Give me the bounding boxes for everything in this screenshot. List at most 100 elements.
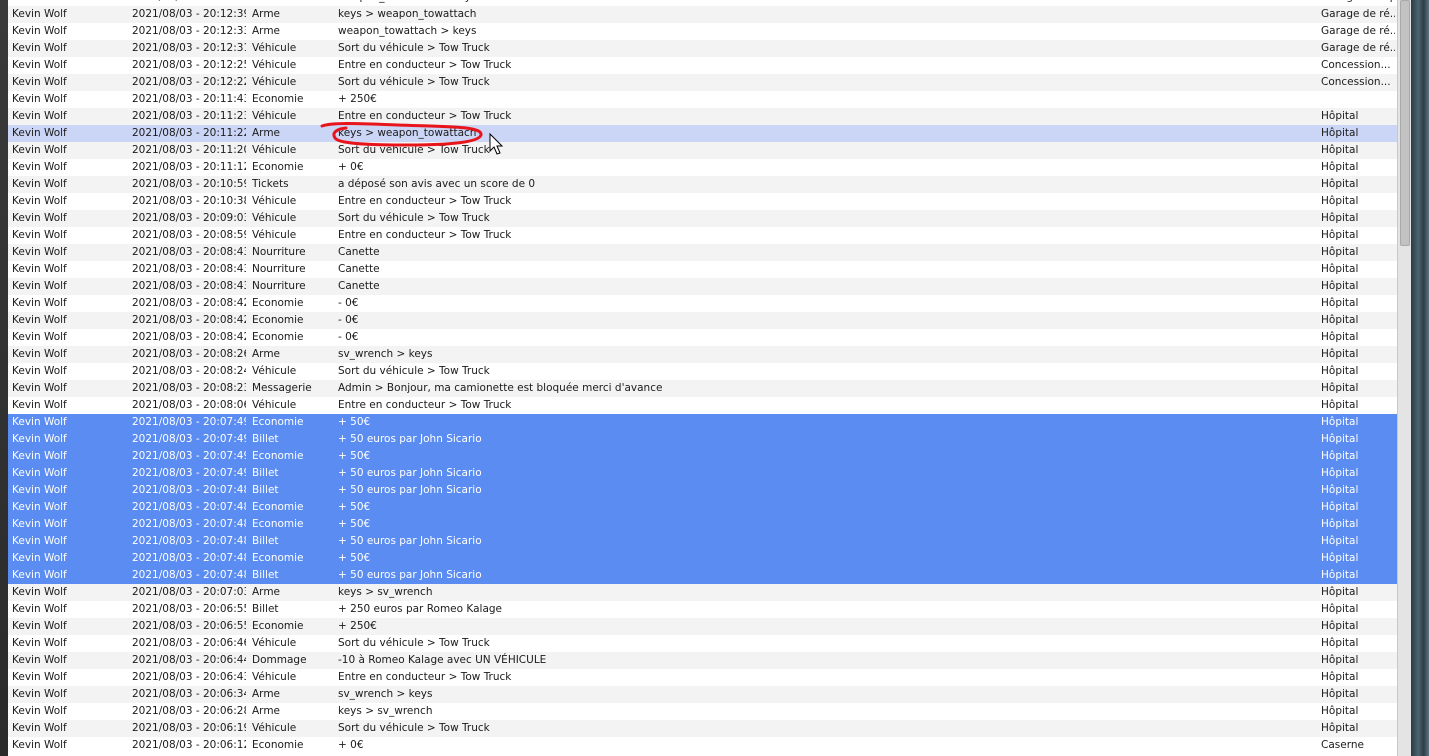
row-player: Kevin Wolf: [12, 433, 67, 445]
table-row[interactable]: Kevin Wolf 2021/08/03 - 20:09:03 Véhicule S…: [8, 210, 1397, 227]
row-player: Kevin Wolf: [12, 161, 67, 173]
table-row[interactable]: Kevin Wolf 2021/08/03 - 20:07:48 Economie +…: [8, 516, 1397, 533]
row-detail: Sort du véhicule > Tow Truck: [338, 76, 490, 88]
row-category: Véhicule: [252, 59, 297, 71]
row-detail: + 0€: [338, 161, 364, 173]
table-row[interactable]: Kevin Wolf 2021/08/03 - 20:11:12 Economie +…: [8, 159, 1397, 176]
row-detail: + 50 euros par John Sicario: [338, 467, 482, 479]
row-location: Concession...: [1321, 59, 1391, 71]
row-player: Kevin Wolf: [12, 722, 67, 734]
table-row[interactable]: Kevin Wolf 2021/08/03 - 20:08:43 Nourritur…: [8, 244, 1397, 261]
row-location: Hôpital: [1321, 501, 1359, 513]
table-row[interactable]: Kevin Wolf 2021/08/03 - 20:08:43 Nourritur…: [8, 261, 1397, 278]
row-category: Economie: [252, 739, 304, 751]
table-row[interactable]: Kevin Wolf 2021/08/03 - 20:08:43 Nourritur…: [8, 278, 1397, 295]
table-row[interactable]: Kevin Wolf 2021/08/03 - 20:06:44 Dommage -1…: [8, 652, 1397, 669]
table-row[interactable]: Kevin Wolf 2021/08/03 - 20:08:06 Véhicule E…: [8, 397, 1397, 414]
row-category: Véhicule: [252, 399, 297, 411]
window-left-edge: [0, 0, 8, 756]
row-detail: + 50 euros par John Sicario: [338, 484, 482, 496]
table-row[interactable]: Kevin Wolf 2021/08/03 - 20:06:43 Véhicule E…: [8, 669, 1397, 686]
table-row[interactable]: Kevin Wolf 2021/08/03 - 20:07:48 Billet + 5…: [8, 567, 1397, 584]
row-player: Kevin Wolf: [12, 586, 67, 598]
table-row[interactable]: Kevin Wolf 2021/08/03 - 20:06:12 Economie +…: [8, 737, 1397, 754]
row-datetime: 2021/08/03 - 20:11:22: [132, 127, 246, 139]
row-detail: Entre en conducteur > Tow Truck: [338, 110, 512, 122]
table-row[interactable]: Kevin Wolf 2021/08/03 - 20:10:38 Véhicule E…: [8, 193, 1397, 210]
row-player: Kevin Wolf: [12, 314, 67, 326]
table-row[interactable]: Kevin Wolf 2021/08/03 - 20:07:49 Economie +…: [8, 448, 1397, 465]
table-row[interactable]: Kevin Wolf 2021/08/03 - 20:08:26 Arme sv_wr…: [8, 346, 1397, 363]
row-datetime: 2021/08/03 - 20:10:59: [132, 178, 246, 190]
row-datetime: 2021/08/03 - 20:06:55: [132, 620, 246, 632]
row-player: Kevin Wolf: [12, 195, 67, 207]
scrollbar-thumb[interactable]: [1400, 0, 1410, 246]
table-row[interactable]: Kevin Wolf 2021/08/03 - 20:06:28 Arme keys …: [8, 703, 1397, 720]
table-row[interactable]: Kevin Wolf 2021/08/03 - 20:07:48 Economie +…: [8, 499, 1397, 516]
row-player: Kevin Wolf: [12, 382, 67, 394]
row-location: Hôpital: [1321, 348, 1359, 360]
row-detail: Sort du véhicule > Tow Truck: [338, 144, 490, 156]
row-category: Véhicule: [252, 195, 297, 207]
table-row[interactable]: Kevin Wolf 2021/08/03 - 20:07:49 Billet + 5…: [8, 431, 1397, 448]
row-category: Economie: [252, 331, 304, 343]
row-location: Hôpital: [1321, 263, 1359, 275]
table-row[interactable]: Kevin Wolf 2021/08/03 - 20:06:46 Véhicule S…: [8, 635, 1397, 652]
vertical-scrollbar[interactable]: [1397, 0, 1412, 756]
row-player: Kevin Wolf: [12, 59, 67, 71]
row-detail: Sort du véhicule > Tow Truck: [338, 637, 490, 649]
row-location: Caserne: [1321, 739, 1364, 751]
table-row[interactable]: Kevin Wolf 2021/08/03 - 20:11:23 Véhicule E…: [8, 108, 1397, 125]
row-category: Economie: [252, 161, 304, 173]
table-row[interactable]: Kevin Wolf 2021/08/03 - 20:12:25 Véhicule E…: [8, 57, 1397, 74]
table-row[interactable]: Kevin Wolf 2021/08/03 - 20:06:34 Arme sv_wr…: [8, 686, 1397, 703]
table-row[interactable]: Kevin Wolf 2021/08/03 - 20:08:42 Economie -…: [8, 329, 1397, 346]
row-player: Kevin Wolf: [12, 42, 67, 54]
row-player: Kevin Wolf: [12, 416, 67, 428]
table-row[interactable]: Kevin Wolf 2021/08/03 - 20:08:42 Economie -…: [8, 312, 1397, 329]
row-category: Economie: [252, 501, 304, 513]
table-row[interactable]: Kevin Wolf 2021/08/03 - 20:07:49 Billet + 5…: [8, 465, 1397, 482]
table-row[interactable]: Kevin Wolf 2021/08/03 - 20:12:33 Arme weapo…: [8, 23, 1397, 40]
row-datetime: 2021/08/03 - 20:06:55: [132, 603, 246, 615]
row-location: Hôpital: [1321, 671, 1359, 683]
row-player: Kevin Wolf: [12, 297, 67, 309]
row-player: Kevin Wolf: [12, 467, 67, 479]
table-row[interactable]: Kevin Wolf 2021/08/03 - 20:07:48 Billet + 5…: [8, 533, 1397, 550]
table-row[interactable]: Kevin Wolf 2021/08/03 - 20:06:55 Billet + 2…: [8, 601, 1397, 618]
table-row[interactable]: Kevin Wolf 2021/08/03 - 20:07:03 Arme keys …: [8, 584, 1397, 601]
table-row[interactable]: Kevin Wolf 2021/08/03 - 20:12:22 Véhicule S…: [8, 74, 1397, 91]
table-row[interactable]: Kevin Wolf 2021/08/03 - 20:08:59 Véhicule E…: [8, 227, 1397, 244]
row-player: Kevin Wolf: [12, 178, 67, 190]
row-player: Kevin Wolf: [12, 280, 67, 292]
row-category: Nourriture: [252, 280, 306, 292]
row-datetime: 2021/08/03 - 20:12:25: [132, 59, 246, 71]
row-detail: Entre en conducteur > Tow Truck: [338, 671, 512, 683]
table-row[interactable]: Kevin Wolf 2021/08/03 - 20:06:19 Véhicule S…: [8, 720, 1397, 737]
row-datetime: 2021/08/03 - 20:06:43: [132, 671, 246, 683]
row-datetime: 2021/08/03 - 20:07:48: [132, 569, 246, 581]
row-location: Concession...: [1321, 76, 1391, 88]
row-detail: + 50€: [338, 450, 371, 462]
row-location: Hôpital: [1321, 705, 1359, 717]
row-player: Kevin Wolf: [12, 654, 67, 666]
table-row[interactable]: Kevin Wolf 2021/08/03 - 20:10:59 Tickets a …: [8, 176, 1397, 193]
table-row[interactable]: Kevin Wolf 2021/08/03 - 20:07:48 Billet + 5…: [8, 482, 1397, 499]
row-datetime: 2021/08/03 - 20:07:48: [132, 535, 246, 547]
table-row[interactable]: Kevin Wolf 2021/08/03 - 20:08:42 Economie -…: [8, 295, 1397, 312]
table-row[interactable]: Kevin Wolf 2021/08/03 - 20:08:24 Véhicule S…: [8, 363, 1397, 380]
table-row[interactable]: Kevin Wolf 2021/08/03 - 20:06:55 Economie +…: [8, 618, 1397, 635]
table-row[interactable]: Kevin Wolf 2021/08/03 - 20:08:23 Messageri…: [8, 380, 1397, 397]
table-row[interactable]: Kevin Wolf 2021/08/03 - 20:07:49 Economie +…: [8, 414, 1397, 431]
table-row[interactable]: Kevin Wolf 2021/08/03 - 20:07:48 Economie +…: [8, 550, 1397, 567]
row-category: Véhicule: [252, 637, 297, 649]
table-row[interactable]: Kevin Wolf 2021/08/03 - 20:11:20 Véhicule S…: [8, 142, 1397, 159]
table-row[interactable]: Kevin Wolf 2021/08/03 - 20:11:22 Arme keys …: [8, 125, 1397, 142]
row-category: Arme: [252, 688, 281, 700]
table-row[interactable]: Kevin Wolf 2021/08/03 - 20:12:39 Arme keys …: [8, 6, 1397, 23]
row-location: Hôpital: [1321, 535, 1359, 547]
table-row[interactable]: Kevin Wolf 2021/08/03 - 20:11:43 Economie +…: [8, 91, 1397, 108]
table-row[interactable]: Kevin Wolf 2021/08/03 - 20:12:31 Véhicule S…: [8, 40, 1397, 57]
row-detail: Sort du véhicule > Tow Truck: [338, 722, 490, 734]
row-location: Hôpital: [1321, 297, 1359, 309]
